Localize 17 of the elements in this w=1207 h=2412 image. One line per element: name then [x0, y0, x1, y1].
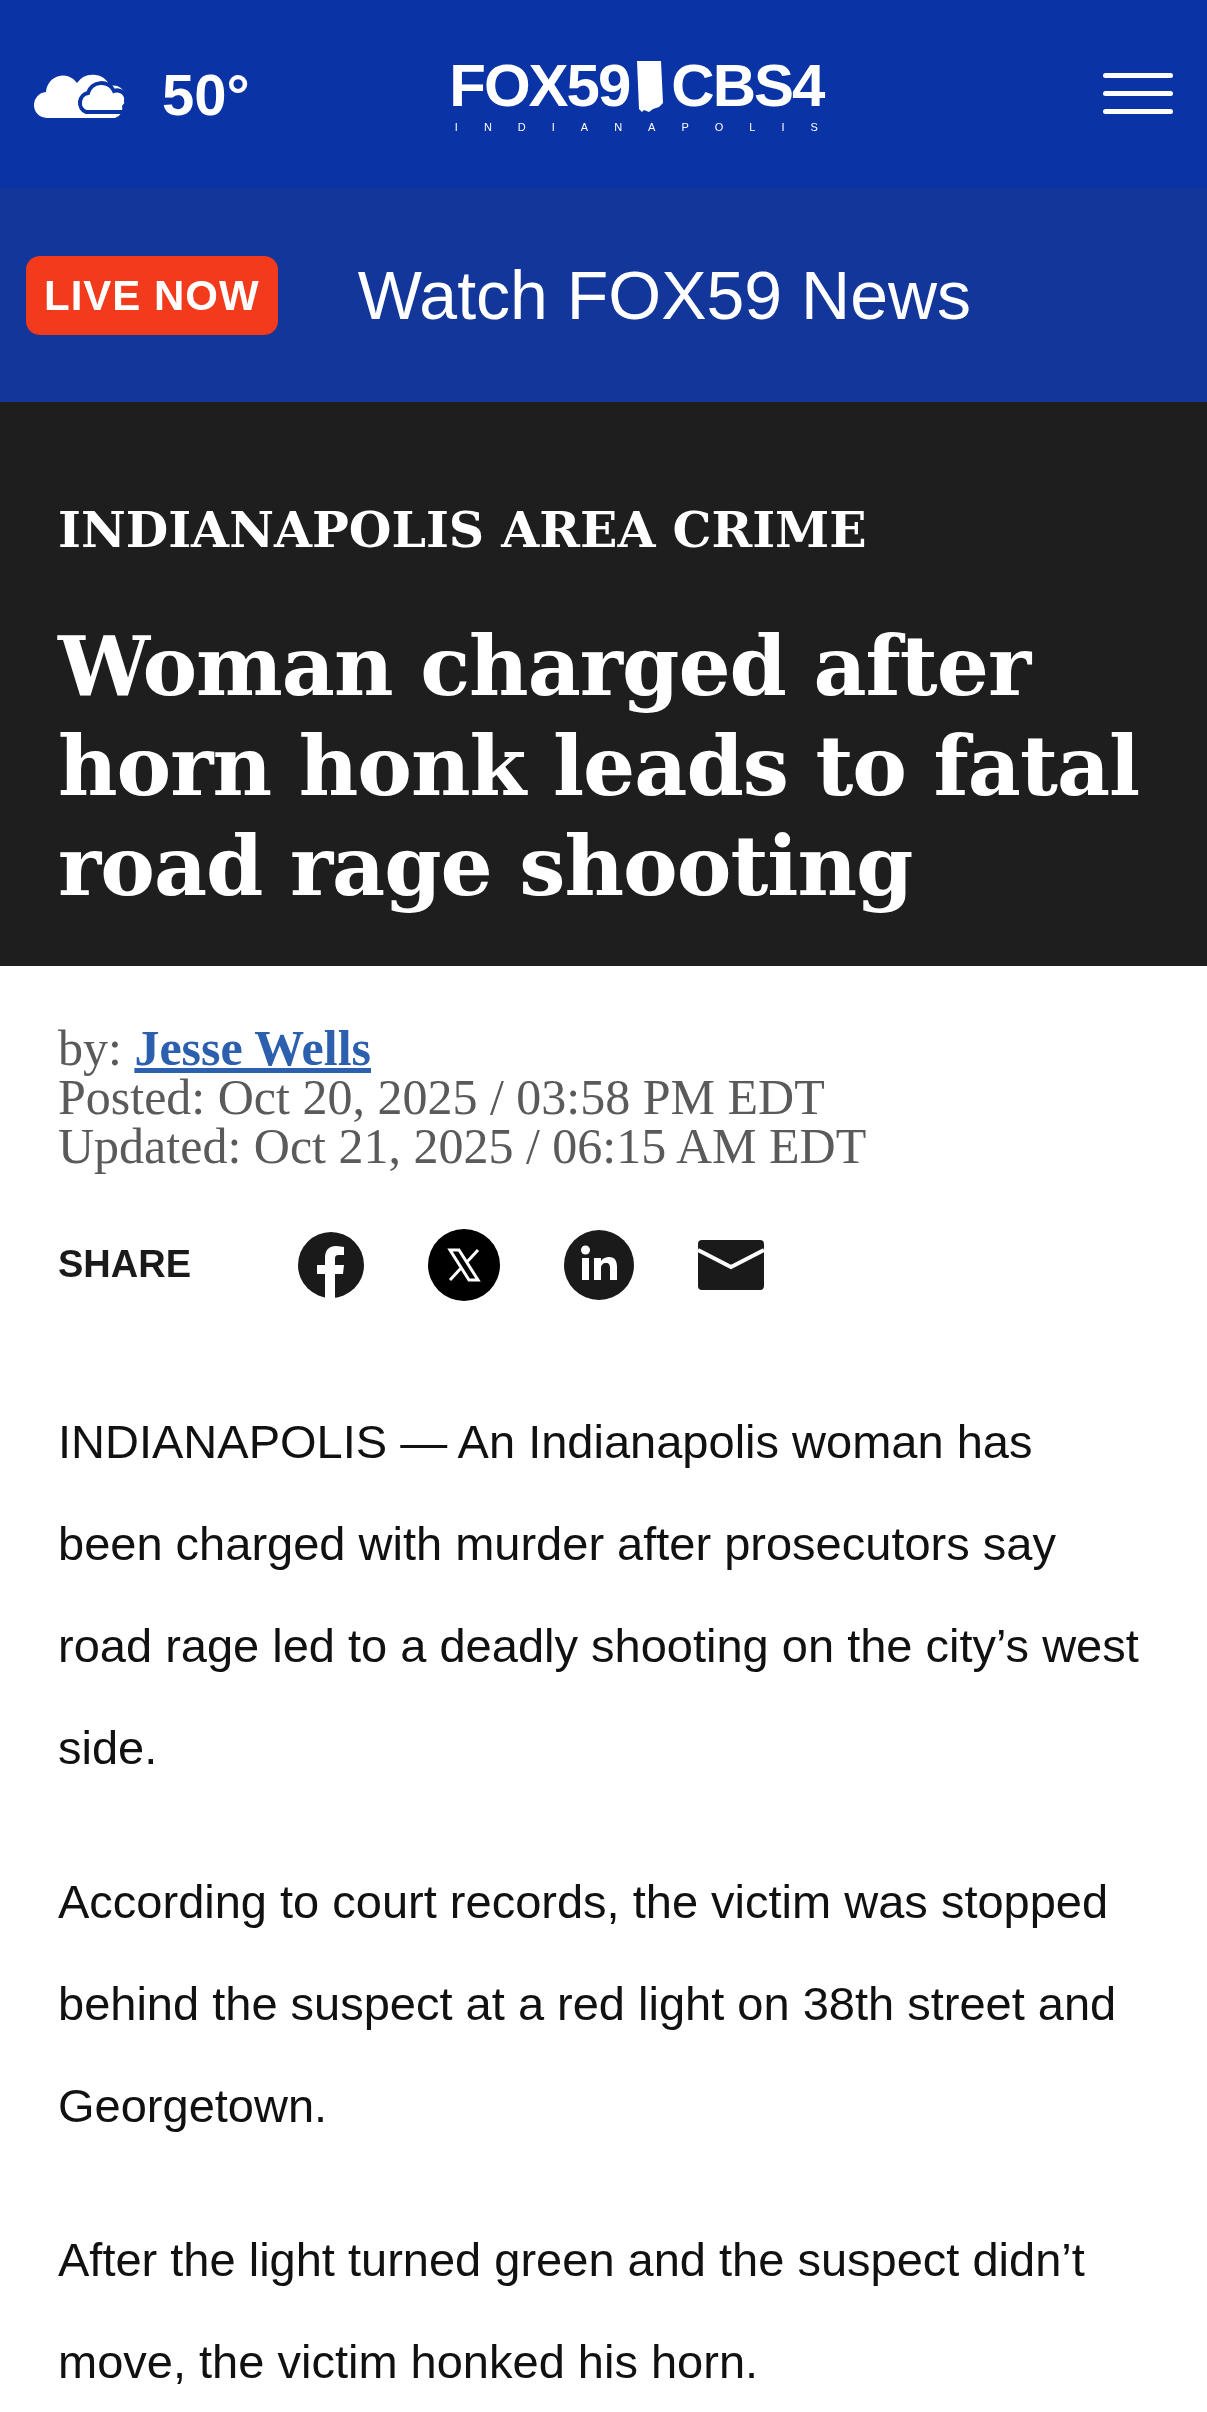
email-share-button[interactable]	[698, 1239, 764, 1290]
author-link[interactable]: Jesse Wells	[134, 1019, 371, 1076]
byline-prefix: by:	[58, 1019, 122, 1076]
article-paragraph: According to court records, the victim was stopped behind the suspect at a red light on 38th street and Georgetown.	[58, 1873, 1118, 2134]
article-headline: Woman charged after horn honk leads to fatal road rage shooting	[58, 616, 1141, 916]
share-button[interactable]	[564, 1229, 634, 1300]
temperature: 50°	[162, 60, 250, 129]
share-label: SHARE	[58, 1242, 193, 1287]
article-paragraph: INDIANAPOLIS — An Indianapolis woman has been charged with murder after prosecutors say road rage led to a deadly shooting on the city’s west side.	[58, 1413, 1140, 1776]
category-link[interactable]: INDIANAPOLIS AREA CRIME	[58, 494, 867, 568]
site-logo[interactable]: FOX59 CBS4 INDIANAPOLIS	[449, 55, 824, 133]
share-button[interactable]	[428, 1228, 500, 1301]
article-paragraph: After the light turned green and the suspect didn’t move, the victim honked his horn.	[58, 2231, 1086, 2390]
live-stream-link[interactable]: Watch FOX59 News	[357, 244, 972, 346]
share-button[interactable]	[298, 1231, 364, 1298]
live-badge[interactable]: LIVE NOW	[26, 255, 278, 335]
menu-button[interactable]	[1103, 71, 1173, 117]
